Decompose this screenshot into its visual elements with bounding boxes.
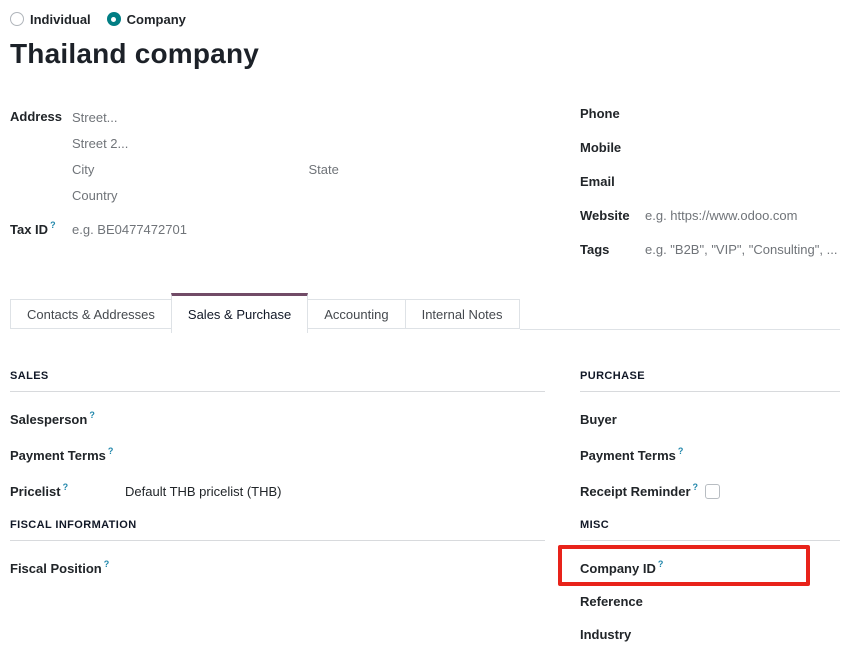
help-icon: ? bbox=[104, 559, 110, 569]
company-radio-circle[interactable] bbox=[107, 12, 121, 26]
help-icon: ? bbox=[63, 482, 69, 492]
individual-radio-circle[interactable] bbox=[10, 12, 24, 26]
individual-radio[interactable]: Individual bbox=[10, 12, 91, 27]
tab-contacts-addresses[interactable]: Contacts & Addresses bbox=[10, 299, 172, 329]
sales-section-heading: SALES bbox=[10, 370, 545, 392]
fiscal-position-input[interactable] bbox=[125, 561, 545, 576]
contact-column: Phone Mobile Email Website Tags bbox=[580, 104, 840, 274]
sales-purchase-tab-content: SALES Salesperson? Payment Terms? Pricel… bbox=[10, 370, 840, 659]
fiscal-section-heading: FISCAL INFORMATION bbox=[10, 519, 545, 541]
address-column: Address Tax ID? bbox=[10, 104, 545, 274]
street-input[interactable] bbox=[72, 110, 545, 125]
company-id-row: Company ID? bbox=[580, 560, 840, 576]
sales-payment-terms-label: Payment Terms? bbox=[10, 448, 125, 463]
salesperson-input[interactable] bbox=[125, 412, 545, 427]
tags-label: Tags bbox=[580, 242, 645, 257]
reference-label: Reference bbox=[580, 594, 643, 609]
buyer-label: Buyer bbox=[580, 412, 617, 427]
tax-id-label: Tax ID? bbox=[10, 222, 72, 237]
help-icon: ? bbox=[50, 220, 56, 230]
city-input[interactable] bbox=[72, 162, 309, 177]
help-icon: ? bbox=[108, 446, 114, 456]
purchase-payment-terms-input[interactable] bbox=[693, 448, 840, 463]
address-label: Address bbox=[10, 104, 72, 208]
company-type-radio-group: Individual Company bbox=[10, 10, 840, 28]
purchase-payment-terms-label: Payment Terms? bbox=[580, 448, 683, 463]
company-id-label: Company ID? bbox=[580, 561, 672, 576]
help-icon: ? bbox=[89, 410, 95, 420]
tab-accounting[interactable]: Accounting bbox=[307, 299, 405, 329]
website-label: Website bbox=[580, 208, 645, 223]
help-icon: ? bbox=[693, 482, 699, 492]
mobile-label: Mobile bbox=[580, 140, 645, 155]
company-radio-dot bbox=[111, 17, 116, 22]
receipt-reminder-checkbox[interactable] bbox=[705, 484, 720, 499]
contact-form-page: Individual Company Thailand company Addr… bbox=[0, 0, 842, 669]
purchase-misc-column: PURCHASE Buyer Payment Terms? Receipt Re… bbox=[580, 370, 840, 659]
pricelist-input[interactable] bbox=[125, 484, 545, 499]
phone-label: Phone bbox=[580, 106, 645, 121]
industry-input[interactable] bbox=[641, 627, 840, 642]
help-icon: ? bbox=[658, 559, 664, 569]
phone-input[interactable] bbox=[645, 106, 840, 121]
company-radio[interactable]: Company bbox=[107, 12, 186, 27]
receipt-reminder-label: Receipt Reminder? bbox=[580, 484, 698, 499]
tab-sales-purchase[interactable]: Sales & Purchase bbox=[171, 293, 308, 333]
sales-fiscal-column: SALES Salesperson? Payment Terms? Pricel… bbox=[10, 370, 545, 659]
buyer-input[interactable] bbox=[627, 412, 840, 427]
purchase-section-heading: PURCHASE bbox=[580, 370, 840, 392]
website-input[interactable] bbox=[645, 208, 840, 223]
mobile-input[interactable] bbox=[645, 140, 840, 155]
individual-radio-label: Individual bbox=[30, 12, 91, 27]
info-grid: Address Tax ID? Phone bbox=[10, 104, 840, 274]
tags-input[interactable] bbox=[645, 242, 840, 257]
street2-input[interactable] bbox=[72, 136, 545, 151]
page-title[interactable]: Thailand company bbox=[10, 37, 840, 71]
help-icon: ? bbox=[678, 446, 684, 456]
reference-input[interactable] bbox=[653, 594, 840, 609]
company-radio-label: Company bbox=[127, 12, 186, 27]
sales-payment-terms-input[interactable] bbox=[125, 448, 545, 463]
misc-section-heading: MISC bbox=[580, 519, 840, 541]
tab-internal-notes[interactable]: Internal Notes bbox=[405, 299, 520, 329]
pricelist-label: Pricelist? bbox=[10, 484, 125, 499]
salesperson-label: Salesperson? bbox=[10, 412, 125, 427]
email-input[interactable] bbox=[645, 174, 840, 189]
fiscal-position-label: Fiscal Position? bbox=[10, 561, 125, 576]
industry-label: Industry bbox=[580, 627, 631, 642]
state-input[interactable] bbox=[309, 162, 546, 177]
email-label: Email bbox=[580, 174, 645, 189]
company-id-input[interactable] bbox=[672, 559, 840, 577]
country-input[interactable] bbox=[72, 188, 545, 203]
tax-id-input[interactable] bbox=[72, 222, 545, 237]
notebook-tabs: Contacts & Addresses Sales & Purchase Ac… bbox=[10, 299, 840, 330]
